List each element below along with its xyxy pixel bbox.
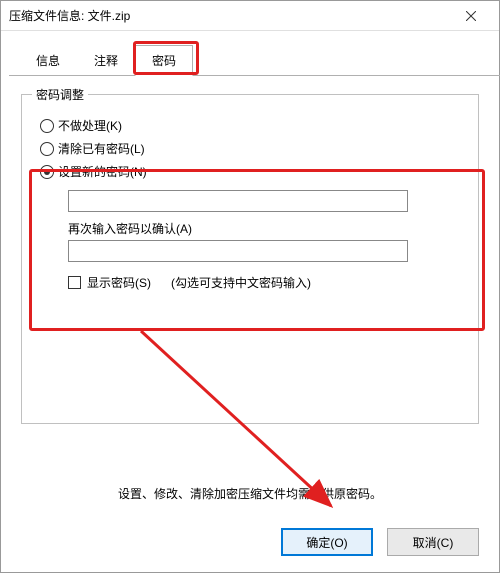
close-button[interactable] [451, 2, 491, 30]
radio-clear[interactable]: 清除已有密码(L) [40, 140, 460, 157]
content-area: 密码调整 不做处理(K) 清除已有密码(L) 设置新的密码(N) 再次输入密码以… [1, 76, 499, 436]
radio-none-label: 不做处理(K) [58, 117, 122, 134]
radio-clear-label: 清除已有密码(L) [58, 140, 145, 157]
radio-icon [40, 142, 54, 156]
tab-underline [9, 75, 500, 76]
radio-icon [40, 165, 54, 179]
checkbox-show-password[interactable] [68, 276, 81, 289]
cancel-button[interactable]: 取消(C) [387, 528, 479, 556]
tabs: 信息 注释 密码 [19, 45, 499, 76]
radio-none[interactable]: 不做处理(K) [40, 117, 460, 134]
button-row: 确定(O) 取消(C) [281, 528, 479, 556]
titlebar: 压缩文件信息: 文件.zip [1, 1, 499, 31]
ok-button[interactable]: 确定(O) [281, 528, 373, 556]
dialog-window: 压缩文件信息: 文件.zip 信息 注释 密码 密码调整 不做处理(K) 清除已… [0, 0, 500, 573]
tab-info[interactable]: 信息 [19, 45, 77, 76]
close-icon [466, 11, 476, 21]
radio-set-label: 设置新的密码(N) [58, 163, 147, 180]
bottom-note: 设置、修改、清除加密压缩文件均需提供原密码。 [1, 485, 499, 502]
show-password-row: 显示密码(S) (勾选可支持中文密码输入) [68, 274, 460, 291]
radio-icon [40, 119, 54, 133]
tab-comment[interactable]: 注释 [77, 45, 135, 76]
radio-set[interactable]: 设置新的密码(N) [40, 163, 460, 180]
show-password-hint: (勾选可支持中文密码输入) [171, 274, 311, 291]
groupbox-password-adjust: 密码调整 不做处理(K) 清除已有密码(L) 设置新的密码(N) 再次输入密码以… [21, 94, 479, 424]
window-title: 压缩文件信息: 文件.zip [9, 7, 451, 24]
password-fields: 再次输入密码以确认(A) [68, 190, 460, 262]
confirm-label: 再次输入密码以确认(A) [68, 220, 460, 237]
confirm-password-input[interactable] [68, 240, 408, 262]
show-password-label[interactable]: 显示密码(S) [87, 274, 151, 291]
groupbox-title: 密码调整 [32, 86, 88, 103]
tab-password[interactable]: 密码 [135, 45, 193, 76]
password-input[interactable] [68, 190, 408, 212]
